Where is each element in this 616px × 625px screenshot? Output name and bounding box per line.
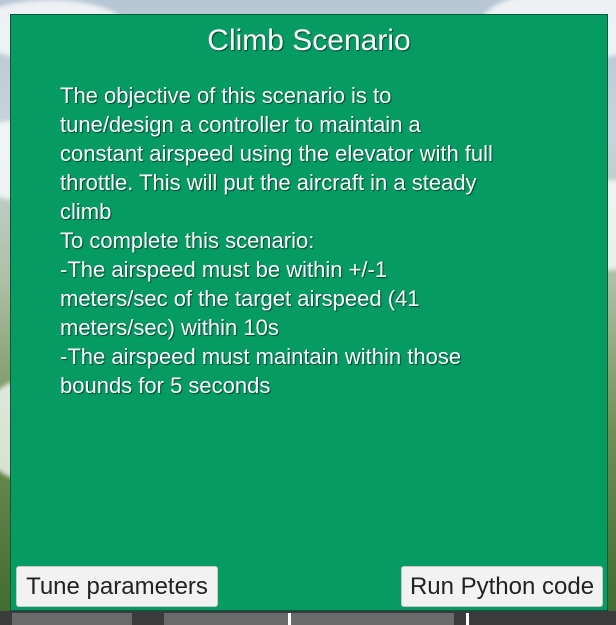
dialog-title: Climb Scenario <box>207 24 411 57</box>
scenario-dialog: Climb Scenario The objective of this sce… <box>10 14 608 611</box>
run-python-code-button[interactable]: Run Python code <box>401 566 603 607</box>
runway-tile <box>164 613 454 625</box>
runway-marking <box>288 613 291 625</box>
tune-parameters-button[interactable]: Tune parameters <box>16 566 218 607</box>
runway-marking <box>466 613 469 625</box>
scenario-description: The objective of this scenario is to tun… <box>60 83 493 398</box>
runway-tile <box>12 613 132 625</box>
